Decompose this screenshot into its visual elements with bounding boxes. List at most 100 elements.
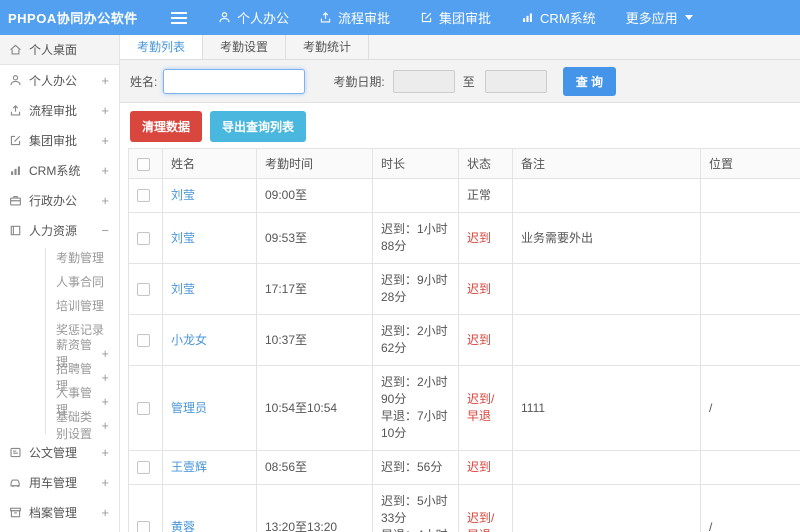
row-checkbox[interactable] xyxy=(137,231,150,245)
sidebar-item-vehicle-management[interactable]: 用车管理 + xyxy=(0,467,119,497)
row-checkbox[interactable] xyxy=(137,461,150,475)
sidebar-subitem-attendance-management[interactable]: 考勤管理 xyxy=(0,245,119,269)
name-input[interactable] xyxy=(163,68,306,94)
sidebar-subitem-base-category-settings[interactable]: 基础类别设置 + xyxy=(0,410,119,441)
checkbox-cell xyxy=(128,263,163,315)
attendance-time-cell: 10:37至 xyxy=(256,314,373,366)
nav-personal-office[interactable]: 个人办公 xyxy=(218,8,289,27)
date-range-separator: 至 xyxy=(462,74,475,89)
user-icon xyxy=(218,11,231,24)
car-icon xyxy=(9,476,22,489)
nav-group-approval[interactable]: 集团审批 xyxy=(420,8,491,27)
sidebar-item-label: 个人办公 xyxy=(29,73,78,88)
sidebar-item-human-resources[interactable]: 人力资源 − xyxy=(0,215,119,245)
attendance-table-body: 刘莹 09:00至 正常 刘莹 09:53至 迟到：1小时88分 迟到 业务需要外出 刘莹 17:… xyxy=(128,178,800,532)
book-icon xyxy=(9,224,22,237)
sidebar-subitem-label: 培训管理 xyxy=(56,298,105,313)
search-button[interactable]: 查 询 xyxy=(562,66,617,96)
employee-name-cell: 管理员 xyxy=(162,365,257,451)
employee-name-link[interactable]: 王壹辉 xyxy=(171,460,207,474)
export-list-button[interactable]: 导出查询列表 xyxy=(210,111,307,142)
location-cell xyxy=(700,178,800,213)
sidebar-item-group-approval[interactable]: 集团审批 + xyxy=(0,125,119,155)
status-cell: 迟到/早退 xyxy=(458,484,513,532)
attendance-time-cell: 17:17至 xyxy=(256,263,373,315)
tab-bar: 考勤列表 考勤设置 考勤统计 xyxy=(120,35,800,60)
expand-toggle-icon: + xyxy=(101,393,109,409)
employee-name-cell: 黄蓉 xyxy=(162,484,257,532)
col-status: 状态 xyxy=(458,148,513,179)
row-checkbox[interactable] xyxy=(137,520,150,532)
clear-data-button[interactable]: 清理数据 xyxy=(130,111,203,142)
table-row: 刘莹 17:17至 迟到：9小时28分 迟到 xyxy=(128,263,800,315)
expand-toggle-icon: + xyxy=(101,444,109,460)
sidebar-subitem-label: 考勤管理 xyxy=(56,250,105,265)
employee-name-link[interactable]: 刘莹 xyxy=(171,188,195,202)
caret-down-icon xyxy=(684,15,693,20)
sidebar-subitem-label: 奖惩记录 xyxy=(56,322,105,337)
checkbox-cell xyxy=(128,484,163,532)
status-cell: 迟到 xyxy=(458,314,513,366)
table-row: 王壹辉 08:56至 迟到：56分 迟到 xyxy=(128,450,800,485)
sidebar-item-project-management[interactable]: 项目管理+ xyxy=(0,527,119,532)
select-all-checkbox[interactable] xyxy=(137,157,150,171)
location-cell: / xyxy=(700,484,800,532)
col-name: 姓名 xyxy=(162,148,257,179)
checkbox-cell xyxy=(128,212,163,264)
attendance-time-cell: 09:00至 xyxy=(256,178,373,213)
table-row: 刘莹 09:00至 正常 xyxy=(128,178,800,213)
employee-name-link[interactable]: 刘莹 xyxy=(171,282,195,296)
nav-workflow-approval[interactable]: 流程审批 xyxy=(319,8,390,27)
sidebar-item-admin-office[interactable]: 行政办公 + xyxy=(0,185,119,215)
nav-crm-system[interactable]: CRM系统 xyxy=(521,8,596,27)
row-checkbox[interactable] xyxy=(137,282,150,296)
col-duration: 时长 xyxy=(372,148,459,179)
sidebar-subitem-label: 基础类别设置 xyxy=(56,410,93,441)
row-checkbox[interactable] xyxy=(137,333,150,347)
nav-label: 个人办公 xyxy=(237,11,290,26)
action-bar: 清理数据 导出查询列表 xyxy=(120,103,800,148)
employee-name-link[interactable]: 黄蓉 xyxy=(171,520,195,532)
tab-attendance-list[interactable]: 考勤列表 xyxy=(120,35,204,59)
expand-toggle-icon: + xyxy=(101,162,109,178)
menu-toggle-icon[interactable] xyxy=(170,11,188,25)
nav-label: CRM系统 xyxy=(540,11,596,26)
employee-name-link[interactable]: 小龙女 xyxy=(171,333,207,347)
row-checkbox[interactable] xyxy=(137,189,150,203)
sidebar-item-personal-desktop[interactable]: 个人桌面 xyxy=(0,35,119,65)
row-checkbox[interactable] xyxy=(137,401,150,415)
employee-name-cell: 小龙女 xyxy=(162,314,257,366)
archive-icon xyxy=(9,506,22,519)
sidebar-item-label: CRM系统 xyxy=(29,163,81,178)
sidebar-item-crm-system[interactable]: CRM系统 + xyxy=(0,155,119,185)
table-row: 黄蓉 13:20至13:20迟到：5小时33分早退：4小时67分迟到/早退 / xyxy=(128,484,800,532)
nav-label: 更多应用 xyxy=(625,11,678,26)
sidebar-item-archive-management[interactable]: 档案管理 + xyxy=(0,497,119,527)
sidebar-item-label: 档案管理 xyxy=(29,505,78,520)
tab-attendance-settings[interactable]: 考勤设置 xyxy=(203,35,287,59)
sidebar-subitem-training-management[interactable]: 培训管理 xyxy=(0,293,119,317)
nav-more-apps[interactable]: 更多应用 xyxy=(626,8,693,27)
filter-bar: 姓名: 考勤日期: 至 查 询 xyxy=(120,60,800,103)
expand-toggle-icon: + xyxy=(101,192,109,208)
sidebar-item-workflow-approval[interactable]: 流程审批 + xyxy=(0,95,119,125)
upload-icon xyxy=(9,104,22,117)
employee-name-link[interactable]: 刘莹 xyxy=(171,231,195,245)
table-row: 刘莹 09:53至 迟到：1小时88分 迟到 业务需要外出 xyxy=(128,212,800,264)
sidebar-item-personal-office[interactable]: 个人办公 + xyxy=(0,65,119,95)
expand-toggle-icon: + xyxy=(101,504,109,520)
employee-name-link[interactable]: 管理员 xyxy=(171,401,207,415)
nav-label: 集团审批 xyxy=(439,11,492,26)
table-row: 管理员 10:54至10:54 迟到：2小时90分 早退：7小时10分 迟到/早退 111… xyxy=(128,365,800,451)
col-note: 备注 xyxy=(512,148,701,179)
duration-cell: 迟到：9小时28分 xyxy=(372,263,459,315)
duration-cell: 迟到：1小时88分 xyxy=(372,212,459,264)
tab-attendance-stats[interactable]: 考勤统计 xyxy=(286,35,370,59)
briefcase-icon xyxy=(9,194,22,207)
note-cell: 业务需要外出 xyxy=(512,212,701,264)
date-end-input[interactable] xyxy=(484,69,547,93)
app-logo: PHPOA协同办公软件 xyxy=(8,11,138,26)
date-start-input[interactable] xyxy=(392,69,455,93)
status-cell: 迟到/早退 xyxy=(458,365,513,451)
sidebar-subitem-personnel-contract[interactable]: 人事合同 xyxy=(0,269,119,293)
